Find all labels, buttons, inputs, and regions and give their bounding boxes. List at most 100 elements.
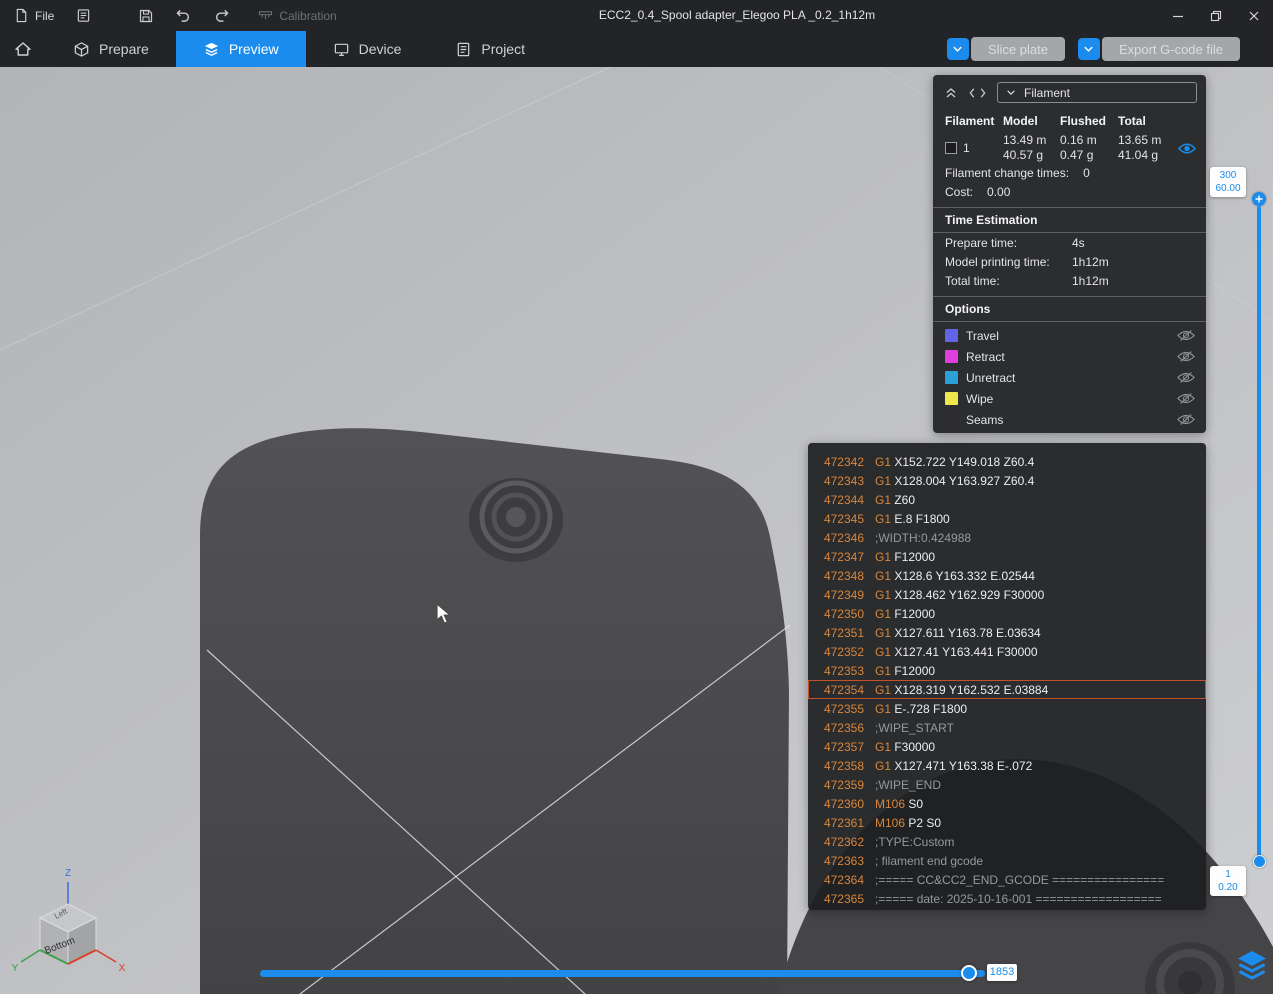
- file-menu[interactable]: File: [10, 0, 58, 31]
- total-length: 13.65 m: [1118, 133, 1162, 147]
- maximize-button[interactable]: [1197, 0, 1235, 31]
- gcode-line[interactable]: 472364 ;===== CC&CC2_END_GCODE ==========…: [808, 870, 1206, 889]
- gcode-line[interactable]: 472356 ;WIPE_START: [808, 718, 1206, 737]
- layer-slider[interactable]: [1257, 206, 1261, 856]
- gcode-args: X127.41 Y163.441 F30000: [891, 644, 1038, 659]
- gcode-command: M106: [875, 815, 906, 830]
- top-layer-number: 300: [1219, 170, 1237, 181]
- tab-prepare-label: Prepare: [99, 41, 149, 57]
- move-slider-value: 1853: [987, 964, 1017, 981]
- plus-icon: [1255, 195, 1263, 203]
- gcode-line[interactable]: 472357 G1 F30000: [808, 737, 1206, 756]
- cost-label: Cost:: [945, 185, 974, 199]
- calibration-icon: [259, 10, 273, 19]
- gcode-line[interactable]: 472360 M106 S0: [808, 794, 1206, 813]
- option-visibility-button[interactable]: [1177, 350, 1195, 363]
- gcode-line[interactable]: 472359 ;WIPE_END: [808, 775, 1206, 794]
- gcode-line[interactable]: 472351 G1 X127.611 Y163.78 E.03634: [808, 623, 1206, 642]
- collapse-panel-button[interactable]: [944, 87, 958, 99]
- export-options-button[interactable]: [1077, 38, 1100, 60]
- slice-options-button[interactable]: [946, 38, 969, 60]
- view-mode-dropdown[interactable]: Filament: [997, 82, 1197, 103]
- gcode-line[interactable]: 472343 G1 X128.004 Y163.927 Z60.4: [808, 471, 1206, 490]
- gcode-command: G1: [875, 549, 892, 564]
- option-visibility-button[interactable]: [1177, 392, 1195, 405]
- layers-view-button[interactable]: [1234, 947, 1270, 986]
- save-button[interactable]: [135, 0, 157, 31]
- change-times-label: Filament change times:: [945, 166, 1070, 180]
- option-color-swatch: [945, 413, 958, 426]
- gcode-line[interactable]: 472349 G1 X128.462 Y162.929 F30000: [808, 585, 1206, 604]
- gcode-args: F12000: [891, 549, 936, 564]
- gcode-command: G1: [875, 663, 892, 678]
- gcode-line[interactable]: 472345 G1 E.8 F1800: [808, 509, 1206, 528]
- model-knob[interactable]: [469, 478, 563, 562]
- gcode-panel[interactable]: 472342 G1 X152.722 Y149.018 Z60.4 472343 G1…: [808, 443, 1206, 910]
- chevron-down-icon: [953, 46, 963, 52]
- redo-button[interactable]: [210, 0, 233, 31]
- gcode-comment: ;===== CC&CC2_END_GCODE ================: [875, 872, 1165, 887]
- tab-preview[interactable]: Preview: [175, 31, 306, 67]
- layer-slider-bottom-handle[interactable]: [1253, 855, 1266, 868]
- preview-icon: [204, 42, 218, 56]
- home-button[interactable]: [0, 31, 46, 67]
- change-times-value: 0: [1083, 166, 1090, 180]
- gcode-line[interactable]: 472342 G1 X152.722 Y149.018 Z60.4: [808, 452, 1206, 471]
- minimize-button[interactable]: [1159, 0, 1197, 31]
- restore-icon: [1210, 10, 1222, 21]
- option-label: Travel: [966, 328, 999, 343]
- prepare-time-label: Prepare time:: [945, 235, 1018, 250]
- option-row: Travel: [933, 325, 1206, 346]
- gcode-line[interactable]: 472361 M106 P2 S0: [808, 813, 1206, 832]
- options-title: Options: [933, 297, 1206, 322]
- gcode-line[interactable]: 472363 ; filament end gcode: [808, 851, 1206, 870]
- gcode-line[interactable]: 472355 G1 E-.728 F1800: [808, 699, 1206, 718]
- gcode-line[interactable]: 472358 G1 X127.471 Y163.38 E-.072: [808, 756, 1206, 775]
- gcode-line[interactable]: 472348 G1 X128.6 Y163.332 E.02544: [808, 566, 1206, 585]
- gcode-view-button[interactable]: [969, 87, 986, 99]
- move-slider[interactable]: [260, 970, 985, 977]
- tab-prepare[interactable]: Prepare: [46, 31, 176, 67]
- calibration-button[interactable]: Calibration: [254, 0, 340, 31]
- option-visibility-button[interactable]: [1177, 413, 1195, 426]
- option-visibility-button[interactable]: [1177, 371, 1195, 384]
- gcode-comment: ;WIPE_END: [875, 777, 942, 792]
- gcode-line[interactable]: 472365 ;===== date: 2025-10-16-001 ======…: [808, 889, 1206, 908]
- tab-project-label: Project: [481, 41, 525, 57]
- notes-button[interactable]: [73, 0, 94, 31]
- filament-visibility-button[interactable]: [1178, 142, 1196, 155]
- gcode-line[interactable]: 472350 G1 F12000: [808, 604, 1206, 623]
- filament-change-times: Filament change times: 0: [933, 163, 1206, 182]
- total-weight: 41.04 g: [1118, 148, 1159, 162]
- eye-off-icon: [1177, 330, 1195, 341]
- gcode-line[interactable]: 472352 G1 X127.41 Y163.441 F30000: [808, 642, 1206, 661]
- gcode-line[interactable]: 472347 G1 F12000: [808, 547, 1206, 566]
- gcode-args: X127.611 Y163.78 E.03634: [891, 625, 1041, 640]
- gcode-line[interactable]: 472362 ;TYPE:Custom: [808, 832, 1206, 851]
- options-section: Options Travel Retract Unretract Wipe Seams: [933, 296, 1206, 430]
- gcode-line[interactable]: 472346 ;WIDTH:0.424988: [808, 528, 1206, 547]
- gcode-comment: ;TYPE:Custom: [875, 834, 955, 849]
- gcode-command: G1: [875, 511, 892, 526]
- move-slider-handle[interactable]: [961, 965, 977, 981]
- close-button[interactable]: [1235, 0, 1273, 31]
- gcode-line[interactable]: 472354 G1 X128.319 Y162.532 E.03884: [808, 680, 1206, 699]
- orientation-cube[interactable]: Z Y X Left Bottom: [6, 862, 136, 987]
- layer-slider-top-handle[interactable]: [1252, 192, 1266, 206]
- export-gcode-button[interactable]: Export G-code file: [1101, 37, 1240, 61]
- option-visibility-button[interactable]: [1177, 329, 1195, 342]
- gcode-line-number: 472360: [823, 796, 864, 811]
- gcode-line-number: 472352: [823, 644, 864, 659]
- filament-color-swatch: [945, 142, 957, 154]
- gcode-line[interactable]: 472353 G1 F12000: [808, 661, 1206, 680]
- gcode-line-number: 472342: [823, 454, 864, 469]
- model-printing-time-row: Model printing time: 1h12m: [933, 252, 1206, 271]
- tab-device[interactable]: Device: [306, 31, 429, 67]
- undo-button[interactable]: [172, 0, 195, 31]
- eye-off-icon: [1177, 393, 1195, 404]
- slice-plate-button[interactable]: Slice plate: [970, 37, 1065, 61]
- tab-project[interactable]: Project: [428, 31, 552, 67]
- gcode-comment: ;===== date: 2025-10-16-001 ============…: [875, 891, 1162, 906]
- gcode-line[interactable]: 472344 G1 Z60: [808, 490, 1206, 509]
- model-weight: 40.57 g: [1003, 148, 1044, 162]
